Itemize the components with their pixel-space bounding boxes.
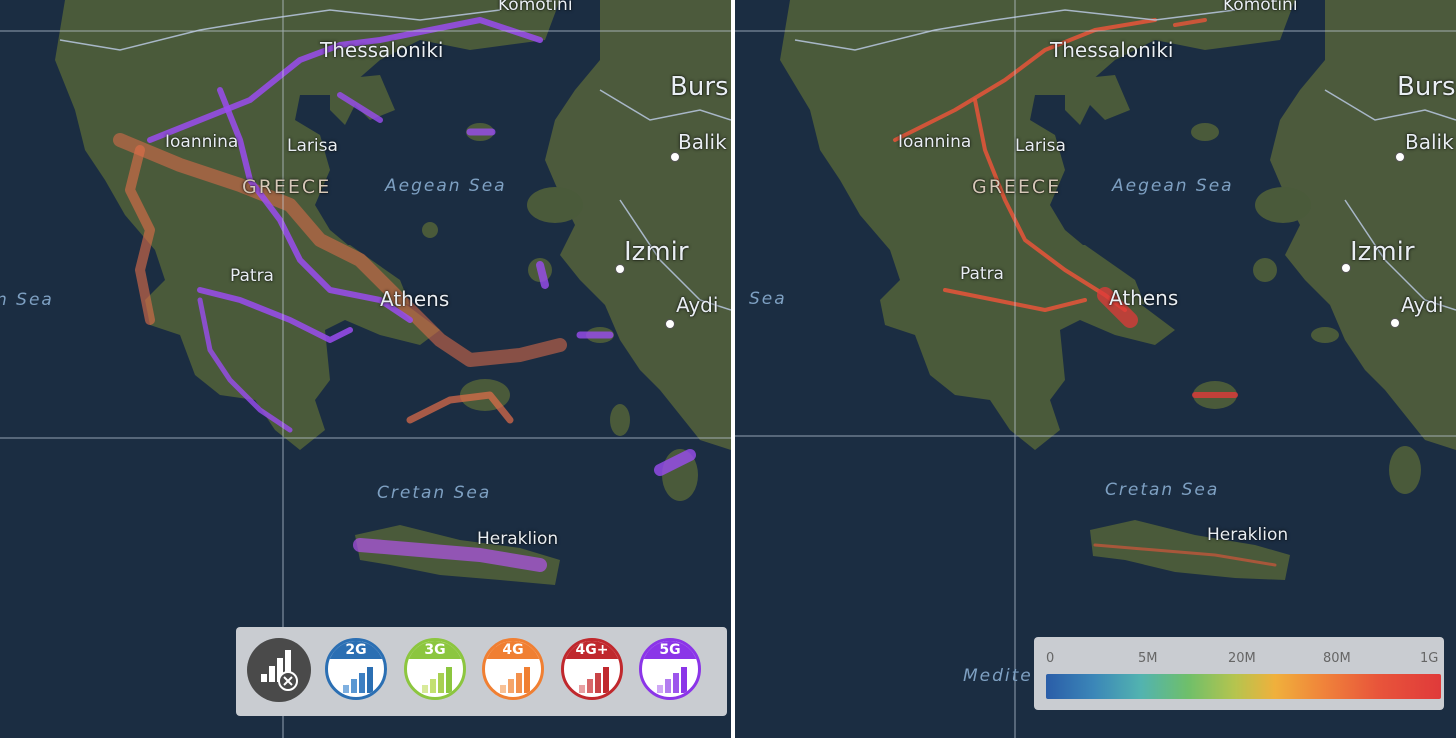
label-larisa: Larisa <box>1015 136 1066 156</box>
label-athens: Athens <box>380 287 450 311</box>
city-dot-izmir <box>615 264 625 274</box>
label-izmir: Izmir <box>624 237 689 267</box>
speed-legend: 0 5M 20M 80M 1G <box>1034 637 1444 710</box>
label-komotini: Komotini <box>498 0 573 15</box>
speed-tick-5m: 5M <box>1138 651 1158 666</box>
label-greece: GREECE <box>242 176 332 198</box>
right-map-canvas <box>735 0 1456 738</box>
label-ionian-sea: Sea <box>749 289 787 309</box>
label-aydin: Aydi <box>1401 293 1444 317</box>
label-ioannina: Ioannina <box>165 132 239 152</box>
label-izmir: Izmir <box>1350 237 1415 267</box>
label-patra: Patra <box>230 266 274 286</box>
tech-toggle-4g-plus[interactable]: 4G+ <box>561 638 623 700</box>
label-patra: Patra <box>960 264 1004 284</box>
technology-legend: 2G 3G 4G 4G+ 5G <box>236 627 727 716</box>
city-dot-aydin <box>1390 318 1400 328</box>
label-bursa: Burs <box>670 72 729 102</box>
label-cretan-sea: Cretan Sea <box>377 483 492 503</box>
no-signal-toggle[interactable] <box>247 638 311 702</box>
tech-label-4g: 4G <box>485 641 541 659</box>
city-dot-aydin <box>665 319 675 329</box>
label-bursa: Burs <box>1397 72 1456 102</box>
city-dot-izmir <box>1341 263 1351 273</box>
no-signal-icon <box>261 650 298 691</box>
city-dot-balikesir <box>1395 152 1405 162</box>
speed-tick-20m: 20M <box>1228 651 1256 666</box>
label-aydin: Aydi <box>676 293 719 317</box>
label-heraklion: Heraklion <box>1207 525 1289 545</box>
coverage-map-by-technology[interactable]: Komotini Thessaloniki Burs Balik Ioannin… <box>0 0 731 738</box>
label-cretan-sea: Cretan Sea <box>1105 480 1220 500</box>
label-thessaloniki: Thessaloniki <box>320 38 444 62</box>
label-mediterranean-sea: Medite <box>963 666 1033 686</box>
label-aegean-sea: Aegean Sea <box>385 176 507 196</box>
label-larisa: Larisa <box>287 136 338 156</box>
signal-bars-icon <box>343 667 373 693</box>
tech-toggle-5g[interactable]: 5G <box>639 638 701 700</box>
label-balikesir: Balik <box>1405 130 1454 154</box>
signal-bars-icon <box>579 667 609 693</box>
speed-tick-0: 0 <box>1046 651 1055 666</box>
label-komotini: Komotini <box>1223 0 1298 15</box>
tech-toggle-4g[interactable]: 4G <box>482 638 544 700</box>
label-ioannina: Ioannina <box>898 132 972 152</box>
tech-toggle-3g[interactable]: 3G <box>404 638 466 700</box>
label-thessaloniki: Thessaloniki <box>1050 38 1174 62</box>
tech-label-2g: 2G <box>328 641 384 659</box>
tech-label-3g: 3G <box>407 641 463 659</box>
label-heraklion: Heraklion <box>477 529 559 549</box>
signal-bars-icon <box>422 667 452 693</box>
speed-map[interactable]: Komotini Thessaloniki Burs Balik Ioannin… <box>735 0 1456 738</box>
signal-bars-icon <box>657 667 687 693</box>
speed-color-scale <box>1046 674 1441 699</box>
tech-toggle-2g[interactable]: 2G <box>325 638 387 700</box>
city-dot-balikesir <box>670 152 680 162</box>
tech-label-5g: 5G <box>642 641 698 659</box>
tech-label-4g-plus: 4G+ <box>564 641 620 659</box>
speed-tick-80m: 80M <box>1323 651 1351 666</box>
signal-bars-icon <box>500 667 530 693</box>
label-ionian-sea: n Sea <box>0 290 54 310</box>
label-greece: GREECE <box>972 176 1062 198</box>
label-aegean-sea: Aegean Sea <box>1112 176 1234 196</box>
speed-tick-1g: 1G <box>1420 651 1439 666</box>
label-athens: Athens <box>1109 286 1179 310</box>
label-balikesir: Balik <box>678 130 727 154</box>
